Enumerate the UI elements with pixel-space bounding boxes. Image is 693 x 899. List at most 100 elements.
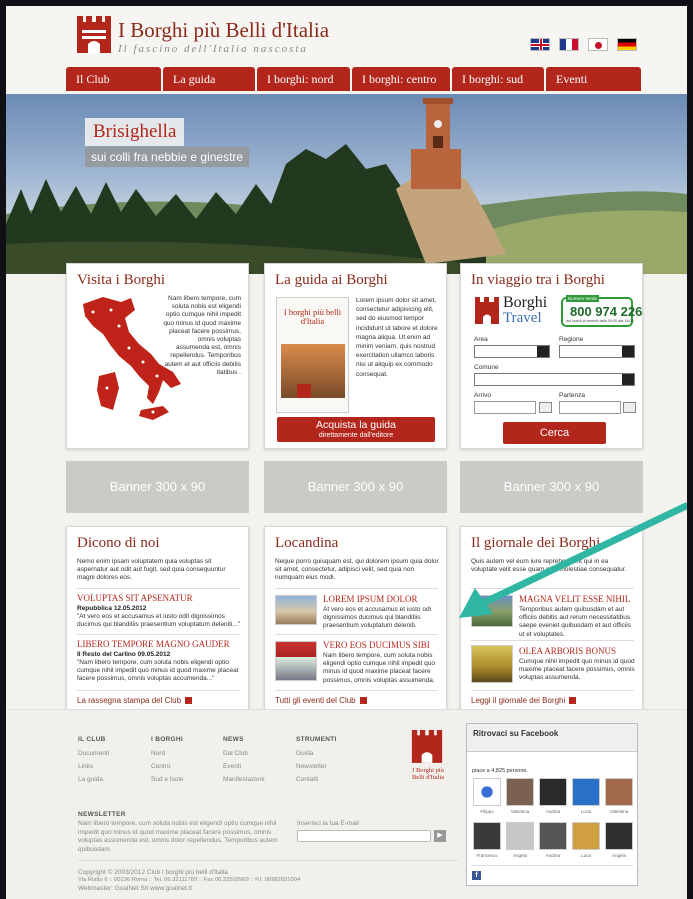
header: I Borghi più Belli d'Italia Il fascino d… xyxy=(6,6,687,94)
borghi-travel-castle-icon xyxy=(475,297,499,324)
regione-label: Regione xyxy=(559,336,584,343)
cerca-button[interactable]: Cerca xyxy=(503,422,606,444)
fan-avatar-2[interactable] xyxy=(506,778,534,806)
dicono-intro: Nemo enim ipsam voluptatem quia voluptas… xyxy=(77,558,226,582)
area-select[interactable] xyxy=(474,345,550,358)
partenza-calendar-icon[interactable] xyxy=(623,402,636,413)
viaggio-title[interactable]: In viaggio tra i Borghi xyxy=(471,272,605,289)
footer-link-links[interactable]: Links xyxy=(78,763,93,770)
tutti-eventi-link[interactable]: Tutti gli eventi del Club xyxy=(275,696,367,705)
rassegna-stampa-link[interactable]: La rassegna stampa del Club xyxy=(77,696,193,705)
fan-name-5: Valentina xyxy=(609,809,629,814)
locandina-title: Locandina xyxy=(275,535,339,551)
footer-link-contatti[interactable]: Contatti xyxy=(296,776,318,783)
locandina-item-2-head[interactable]: VERO EOS DUCIMUS SIBI xyxy=(323,640,430,650)
visita-title[interactable]: Visita i Borghi xyxy=(77,272,165,289)
phone-badge[interactable]: Numero Verde 800 974 226 dal lunedì al v… xyxy=(561,295,642,327)
locandina-item-1-head[interactable]: LOREM IPSUM DOLOR xyxy=(323,594,418,604)
nav-borghi-sud[interactable]: I borghi: sud xyxy=(452,67,544,91)
france-flag-icon[interactable] xyxy=(559,38,579,51)
fan-avatar-7[interactable] xyxy=(506,822,534,850)
fan-avatar-8[interactable] xyxy=(539,822,567,850)
footer-link-sud[interactable]: Sud e Isole xyxy=(151,776,184,783)
footer-col-news-title: NEWS xyxy=(223,736,244,743)
leggi-giornale-label: Leggi il giornale dei Borghi xyxy=(471,696,566,705)
fan-name-8: Andrea xyxy=(545,853,561,858)
dicono-item-1-source: Repubblica 12.05.2012 xyxy=(77,605,147,612)
nav-il-club[interactable]: Il Club xyxy=(66,67,161,91)
partenza-input[interactable] xyxy=(559,401,621,414)
facebook-box: Ritrovaci su Facebook piace a 4,825 pers… xyxy=(466,723,638,886)
uk-flag-icon[interactable] xyxy=(530,38,550,51)
footer-link-newsletter[interactable]: Newsletter xyxy=(296,763,327,770)
footer-link-dal-club[interactable]: Dal Club xyxy=(223,750,248,757)
email-input[interactable] xyxy=(297,830,431,842)
giornale-item-2-head[interactable]: OLEA ARBORIS BONUS xyxy=(519,646,616,656)
email-submit-button[interactable]: ▶ xyxy=(434,830,446,842)
acquista-guida-button[interactable]: Acquista la guida direttamente dall'edit… xyxy=(277,417,435,442)
language-flags xyxy=(530,38,637,51)
arrow-right-icon xyxy=(569,697,577,704)
regione-select[interactable] xyxy=(559,345,635,358)
fan-avatar-10[interactable] xyxy=(605,822,633,850)
facebook-f-icon[interactable]: f xyxy=(472,871,481,880)
locandina-item-1-text: At vero eos et accusamus et iusto odi di… xyxy=(323,606,432,630)
fan-avatar-6[interactable] xyxy=(473,822,501,850)
banner-2[interactable]: Banner 300 x 90 xyxy=(264,461,447,513)
webmaster-text[interactable]: Webmaster: GoalNet Srl www.goalnet.it xyxy=(78,885,192,892)
footer-link-guida[interactable]: Guida xyxy=(296,750,313,757)
phone-label: Numero Verde xyxy=(566,295,600,302)
hero-image[interactable]: Brisighella sui colli fra nebbie e gines… xyxy=(6,94,687,274)
copyright-text: Copyright © 2003/2012 Club I borghi più … xyxy=(78,869,228,876)
fan-avatar-5[interactable] xyxy=(605,778,633,806)
castle-logo-icon[interactable] xyxy=(76,14,112,54)
footer-link-la-guida[interactable]: La guida xyxy=(78,776,103,783)
nav-la-guida[interactable]: La guida xyxy=(163,67,255,91)
fan-name-10: Angela xyxy=(611,853,626,858)
footer-col-club-title: IL CLUB xyxy=(78,736,106,743)
nav-borghi-nord[interactable]: I borghi: nord xyxy=(257,67,350,91)
rassegna-stampa-label: La rassegna stampa del Club xyxy=(77,696,182,705)
footer-castle-logo-icon[interactable] xyxy=(411,728,443,764)
footer-link-documenti[interactable]: Documenti xyxy=(78,750,109,757)
fan-name-7: Angela xyxy=(512,853,527,858)
locandina-item-2-text: Nam libero tempore, cum soluta nobis eli… xyxy=(323,652,436,684)
phone-note: dal lunedì al venerdì dalle 09:00 alle 1… xyxy=(566,319,634,323)
dicono-item-2-head[interactable]: LIBERO TEMPORE MAGNO GAUDER xyxy=(77,639,230,649)
footer-link-eventi[interactable]: Eventi xyxy=(223,763,241,770)
guide-book-cover[interactable]: I borghi più belli d'Italia xyxy=(276,297,349,413)
footer-link-nord[interactable]: Nord xyxy=(151,750,165,757)
fan-avatar-4[interactable] xyxy=(572,778,600,806)
comune-label: Comune xyxy=(474,364,499,371)
germany-flag-icon[interactable] xyxy=(617,38,637,51)
fan-avatar-3[interactable] xyxy=(539,778,567,806)
facebook-title[interactable]: Ritrovaci su Facebook xyxy=(467,724,637,752)
dicono-title: Dicono di noi xyxy=(77,535,160,551)
dicono-item-1-head[interactable]: VOLUPTAS SIT APSENATUR xyxy=(77,593,193,603)
nav-borghi-centro[interactable]: I borghi: centro xyxy=(352,67,450,91)
tutti-eventi-label: Tutti gli eventi del Club xyxy=(275,696,356,705)
fan-avatar-9[interactable] xyxy=(572,822,600,850)
arrivo-input[interactable] xyxy=(474,401,536,414)
arrivo-calendar-icon[interactable] xyxy=(539,402,552,413)
book-cover-title: I borghi più belli d'Italia xyxy=(283,307,342,326)
fan-avatar-1[interactable] xyxy=(473,778,501,806)
footer-link-centro[interactable]: Centro xyxy=(151,763,171,770)
banner-1[interactable]: Banner 300 x 90 xyxy=(66,461,249,513)
fan-name-9: Luca xyxy=(581,853,591,858)
fan-name-6: Francesco xyxy=(476,853,498,858)
nav-eventi[interactable]: Eventi xyxy=(546,67,641,91)
footer-link-manifestazioni[interactable]: Manifestazioni xyxy=(223,776,265,783)
newsletter-text: Nam libero tempore, cum soluta nobis est… xyxy=(78,820,278,853)
comune-select[interactable] xyxy=(474,373,635,386)
japan-flag-icon[interactable] xyxy=(588,38,608,51)
locandina-item-1-photo[interactable] xyxy=(275,595,317,625)
giornale-item-2-photo[interactable] xyxy=(471,645,513,683)
brand-title[interactable]: I Borghi più Belli d'Italia xyxy=(118,18,329,43)
visita-text: Nam libero tempore, cum soluta nobis est… xyxy=(163,295,241,376)
leggi-giornale-link[interactable]: Leggi il giornale dei Borghi xyxy=(471,696,577,705)
guida-title[interactable]: La guida ai Borghi xyxy=(275,272,388,289)
fan-name-1: Filippo xyxy=(480,809,494,814)
locandina-item-2-photo[interactable] xyxy=(275,641,317,681)
dicono-item-1-text: "At vero eos et accusamus et iusto odit … xyxy=(77,613,241,629)
